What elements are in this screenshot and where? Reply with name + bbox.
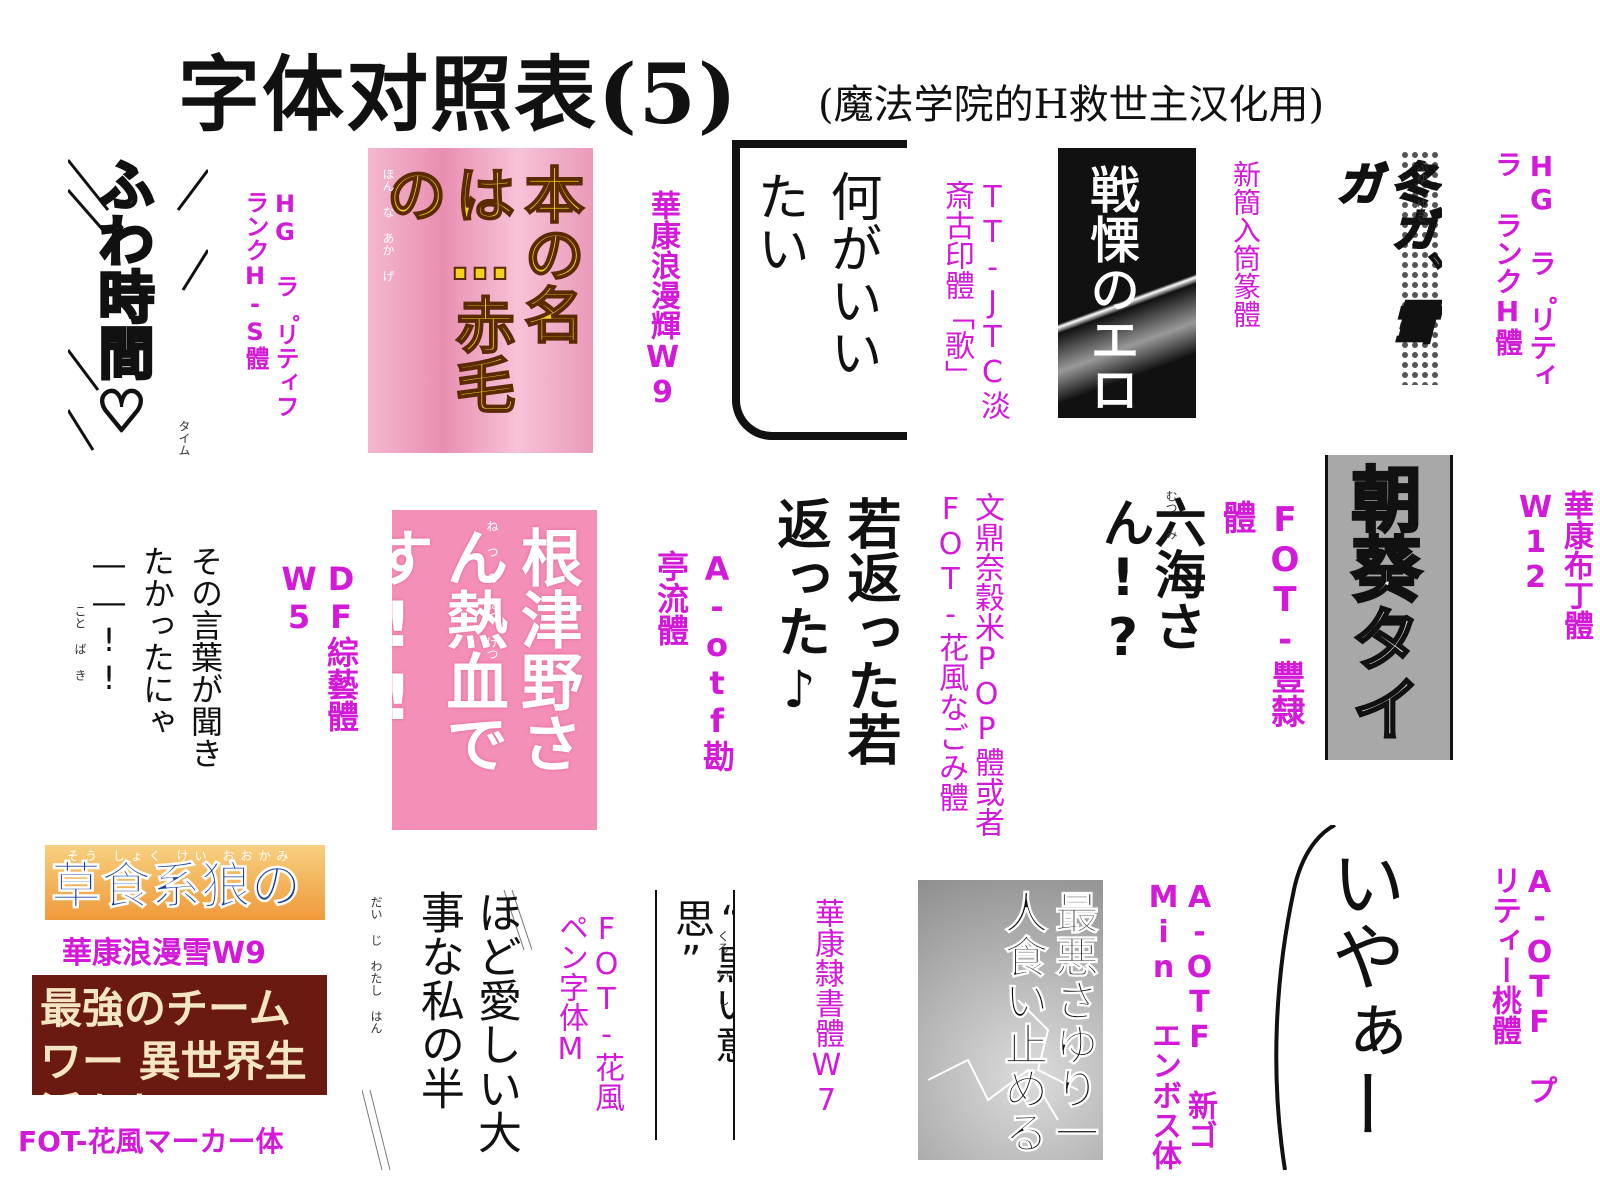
sample-panel-5: 冬ガ、雪ガ ふゆ ゆき bbox=[1310, 150, 1442, 385]
sample-panel-11: そう しょく けい おおかみ 草食系狼の bbox=[45, 845, 325, 920]
sample-text-8: 若返った若返った♪ bbox=[767, 496, 901, 766]
font-label-2: 華康浪漫輝W9 bbox=[645, 190, 680, 410]
font-label-4: 新簡入筒篆體 bbox=[1229, 160, 1262, 328]
font-label-7: A-otf勘亭流體 bbox=[652, 550, 736, 772]
sample-text-12: 最強のチームワー 異世界生活をお bbox=[40, 984, 307, 1095]
font-label-16: A-OTF プリティー桃體 bbox=[1486, 865, 1557, 1105]
sample-text-2: 本の名は…赤毛の bbox=[375, 163, 585, 415]
sample-text-10: 朝葵タイ bbox=[1339, 462, 1424, 745]
font-label-8: 文鼎奈穀米POP體或者FOT-花風なごみ體 bbox=[933, 492, 1004, 837]
sample-panel-9: 六海さん!? むつ み bbox=[1085, 488, 1205, 738]
sample-panel-7: 根津野さん熱血です!! ね つ の ねっ けつ bbox=[392, 510, 597, 830]
sample-panel-10: 朝葵タイ bbox=[1325, 455, 1453, 760]
sample-panel-6: その言葉が聞きたかったにゃ――!! こと ば き bbox=[70, 545, 235, 775]
sample-panel-13: ほど愛しい大事な私の半 だい じ わたし はん bbox=[362, 890, 532, 1170]
sample-text-11: 草食系狼の bbox=[51, 857, 302, 915]
sample-panel-8: 若返った若返った♪ bbox=[758, 488, 908, 793]
sample-panel-16: いやぁー bbox=[1265, 825, 1450, 1170]
sample-panel-14: “黒い意思” くろ い し bbox=[655, 890, 735, 1140]
sample-ruby-6: こと ば き bbox=[73, 605, 87, 681]
sample-text-9: 六海さん!? bbox=[1093, 496, 1205, 668]
page-title: 字体对照表(5) bbox=[178, 47, 739, 143]
sample-text-15: 最悪さゆり一人食い止める bbox=[996, 890, 1099, 1155]
sample-ruby-14: くろ い し bbox=[716, 930, 730, 1006]
font-label-9: FOT-豐隸體 bbox=[1216, 500, 1305, 728]
sample-ruby-5: ふゆ ゆき bbox=[1415, 160, 1429, 222]
font-label-6: DF綜藝體W5 bbox=[280, 560, 360, 732]
sample-text-13: ほど愛しい大事な私の半 bbox=[412, 890, 521, 1154]
sample-text-1: ふわ時間♡ bbox=[88, 155, 156, 447]
font-label-5: HG ラ゜リティラ ランクH體 bbox=[1491, 150, 1558, 389]
sample-text-6: その言葉が聞きたかったにゃ――!! bbox=[90, 545, 224, 769]
sample-ruby-9: むつ み bbox=[1164, 490, 1178, 540]
font-label-14: 華康隸書體W7 bbox=[809, 898, 844, 1118]
font-label-12: FOT-花風マーカー体 bbox=[18, 1125, 284, 1158]
sample-ruby-13: だい じ わたし はん bbox=[369, 896, 383, 1034]
sample-text-16: いやぁー bbox=[1319, 845, 1405, 1141]
font-label-15: A-OTF 新ゴ Min エンボス体 bbox=[1146, 880, 1217, 1170]
sample-panel-2: 本の名は…赤毛の ほん な あか げ bbox=[368, 148, 593, 453]
sample-panel-4: 戦慄のエロ bbox=[1058, 148, 1196, 418]
page-subtitle: (魔法学院的H救世主汉化用) bbox=[818, 82, 1325, 128]
sample-ruby-7: ね つ の ねっ けつ bbox=[485, 520, 499, 660]
font-label-10: 華康布丁體W12 bbox=[1518, 490, 1593, 640]
sample-panel-1: ふわ時間♡ タイム bbox=[68, 150, 208, 470]
sample-ruby-2: ほん な あか げ bbox=[381, 168, 395, 282]
font-label-3: TT-JTC淡斎古印體「歌」 bbox=[939, 180, 1010, 420]
sample-text-3: 何がいいたい bbox=[748, 170, 881, 378]
font-label-11: 華康浪漫雪W9 bbox=[62, 936, 266, 971]
font-label-1: HG ラ゜リティフ ランクH-S體 bbox=[241, 190, 299, 418]
sample-panel-3: 何がいいたい bbox=[732, 140, 907, 440]
sample-ruby-1: タイム bbox=[177, 420, 191, 456]
font-label-13: FOT-花風ペン字体M bbox=[553, 912, 624, 1112]
sample-panel-12: 最強のチームワー 異世界生活をお bbox=[32, 975, 327, 1095]
sample-text-4: 戦慄のエロ bbox=[1082, 164, 1141, 415]
sample-panel-15: 最悪さゆり一人食い止める bbox=[918, 880, 1103, 1160]
